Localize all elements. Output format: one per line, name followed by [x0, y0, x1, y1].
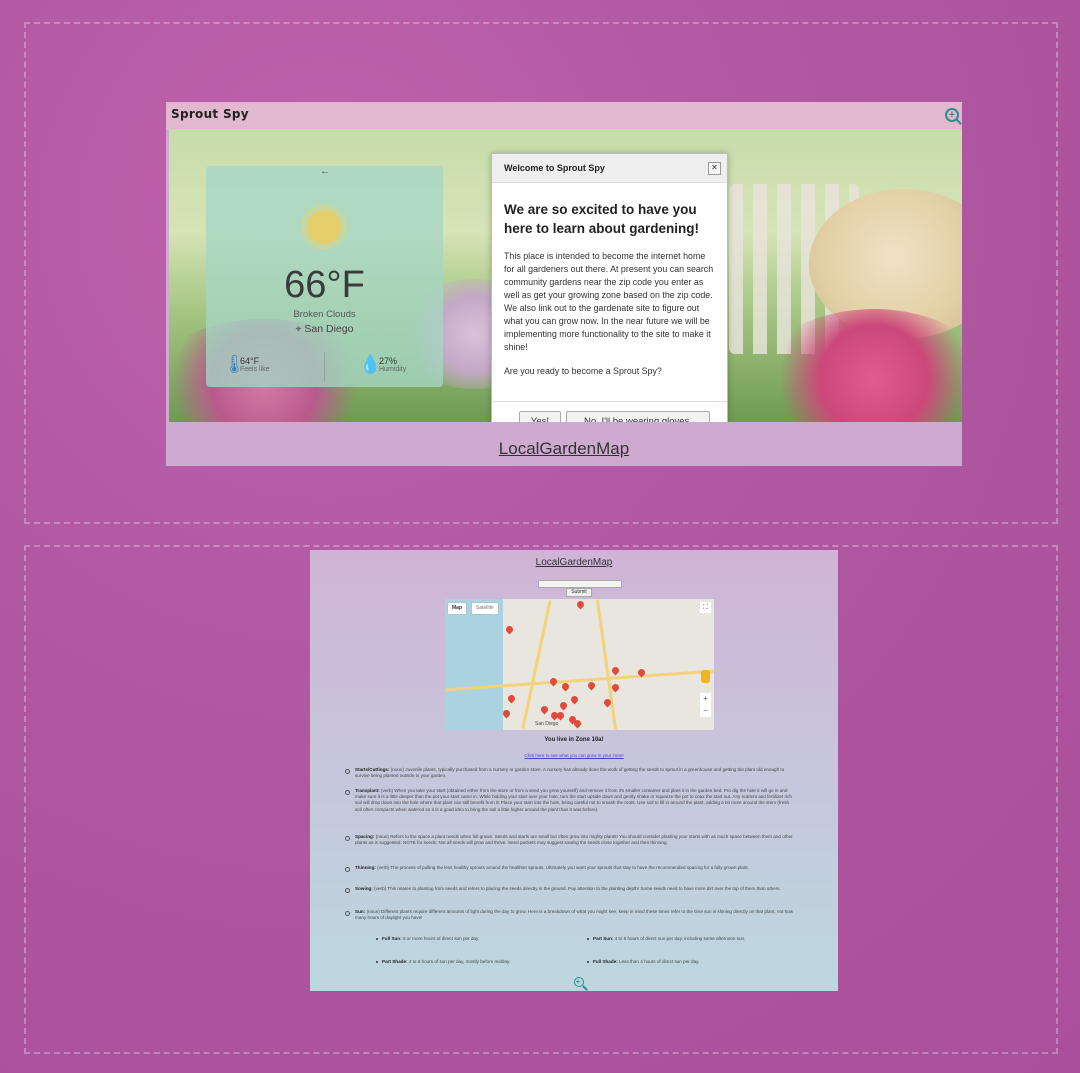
- sun-icon: [307, 210, 341, 244]
- garden-marker[interactable]: [586, 680, 597, 691]
- temperature: 66°F: [284, 264, 365, 306]
- humidity-label: Humidity: [379, 366, 407, 373]
- sun-level-item: Full Shade: Less than 4 hours of direct …: [586, 959, 700, 964]
- zoom-controls[interactable]: + −: [700, 693, 711, 717]
- glossary-item: Transplant: (verb) When you take your st…: [345, 788, 795, 813]
- garden-marker[interactable]: [572, 718, 583, 729]
- dialog-title: Welcome to Sprout Spy: [504, 163, 605, 173]
- garden-marker[interactable]: [506, 693, 517, 704]
- garden-marker[interactable]: [539, 704, 550, 715]
- zip-code-input[interactable]: [538, 580, 622, 588]
- glossary-item: Starts/Cuttings: (noun) Juvenile plants,…: [345, 767, 795, 779]
- garden-marker[interactable]: [610, 665, 621, 676]
- growing-zone-text: You live in Zone 10a!: [544, 737, 604, 743]
- humidity-value: 27%: [379, 356, 398, 366]
- garden-marker[interactable]: [548, 676, 559, 687]
- fullscreen-icon[interactable]: ⛶: [700, 602, 711, 613]
- map-type-satellite-tab[interactable]: Satellite: [472, 603, 498, 614]
- dialog-body: This place is intended to become the int…: [504, 251, 714, 352]
- city-label: ⌖ San Diego: [206, 323, 443, 336]
- zone-plants-link[interactable]: Click here to see what you can grow in y…: [310, 753, 838, 758]
- garden-marker[interactable]: [560, 681, 571, 692]
- zoom-in-icon[interactable]: +: [574, 977, 584, 987]
- garden-marker[interactable]: [558, 700, 569, 711]
- glossary-item: Sowing: (verb) This relates to planting …: [345, 886, 795, 894]
- thermometer-icon: 🌡: [223, 354, 246, 374]
- map-city-label: San Diego: [535, 721, 559, 727]
- glossary-item: Thinning: (verb) The process of pulling …: [345, 865, 795, 873]
- garden-marker[interactable]: [504, 624, 515, 635]
- back-arrow-icon[interactable]: ←: [320, 166, 330, 177]
- navbar: Sprout Spy +: [166, 102, 962, 129]
- garden-map[interactable]: Map Satellite ⛶ + − San Diego: [445, 599, 714, 730]
- brand-logo[interactable]: Sprout Spy: [171, 107, 249, 121]
- feels-like-stat: 🌡 64°F Feels like: [223, 354, 270, 374]
- water-drop-icon: 💧: [359, 354, 382, 374]
- pegman-icon[interactable]: [701, 670, 710, 683]
- garden-marker[interactable]: [569, 694, 580, 705]
- sun-level-item: Part Sun: 4 to 6 hours of direct sun per…: [586, 936, 746, 941]
- garden-hero-image: ← 66°F Broken Clouds ⌖ San Diego 🌡 64°F …: [169, 129, 962, 422]
- map-ocean: [445, 599, 503, 730]
- homepage-screenshot: Sprout Spy + ← 66°F Broken Clouds ⌖ San …: [166, 102, 962, 466]
- yes-button[interactable]: Yes!: [519, 411, 561, 422]
- local-garden-map-link[interactable]: LocalGardenMap: [310, 557, 838, 568]
- local-garden-map-link[interactable]: LocalGardenMap: [166, 439, 962, 459]
- garden-marker[interactable]: [575, 599, 586, 610]
- garden-marker[interactable]: [555, 710, 566, 721]
- dialog-heading: We are so excited to have you here to le…: [504, 202, 700, 236]
- no-button[interactable]: No, I'll be wearing gloves.: [566, 411, 710, 422]
- garden-marker[interactable]: [501, 708, 512, 719]
- sun-level-item: Part Shade: 4 to 6 hours of sun per day,…: [375, 959, 511, 964]
- garden-map-screenshot: LocalGardenMap Submit Map Satellite ⛶ + −…: [310, 550, 838, 991]
- close-icon[interactable]: ✕: [708, 162, 721, 175]
- city-name: San Diego: [304, 323, 354, 335]
- dialog-question: Are you ready to become a Sprout Spy?: [504, 366, 662, 376]
- map-road: [595, 599, 618, 730]
- sun-level-item: Full Sun: 6 or more hours of direct sun …: [375, 936, 480, 941]
- humidity-stat: 💧 27% Humidity: [359, 354, 407, 374]
- glossary-item: Sun: (noun) Different plants require dif…: [345, 909, 794, 921]
- garden-marker[interactable]: [610, 682, 621, 693]
- weather-condition: Broken Clouds: [293, 309, 356, 320]
- dialog-divider: [492, 401, 727, 402]
- map-type-map-tab[interactable]: Map: [448, 603, 466, 614]
- zoom-in-icon[interactable]: +: [945, 108, 959, 122]
- welcome-dialog: Welcome to Sprout Spy ✕ We are so excite…: [491, 153, 728, 422]
- stat-divider: [324, 352, 325, 382]
- submit-button[interactable]: Submit: [566, 588, 592, 597]
- glossary-item: Spacing: (noun) Refers to the space a pl…: [345, 834, 795, 846]
- weather-widget: ← 66°F Broken Clouds ⌖ San Diego 🌡 64°F …: [206, 166, 443, 387]
- dialog-header: Welcome to Sprout Spy ✕: [492, 154, 727, 183]
